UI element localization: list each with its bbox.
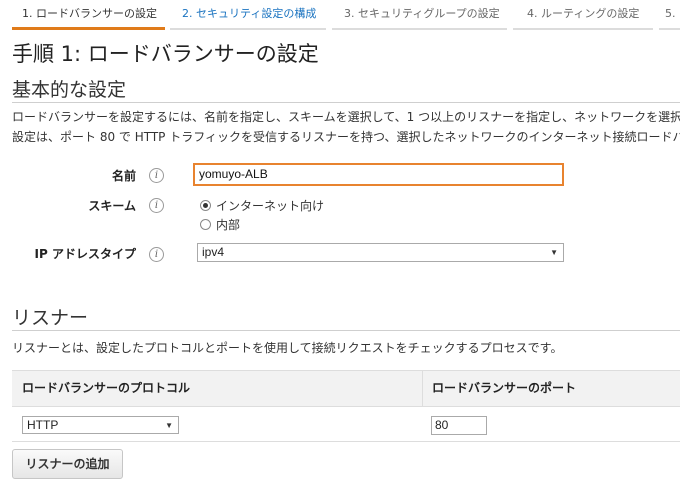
port-input[interactable]: 80: [431, 416, 487, 435]
listeners-heading: リスナー: [12, 307, 89, 329]
tab-underline: [513, 28, 653, 30]
tab-underline: [170, 28, 326, 30]
add-listener-button[interactable]: リスナーの追加: [12, 449, 123, 479]
radio-unchecked-icon[interactable]: [200, 219, 211, 230]
scheme-radio-internal[interactable]: 内部: [200, 216, 240, 233]
divider: [12, 330, 680, 331]
scheme-option-label: インターネット向け: [216, 199, 325, 213]
tab-label: 3. セキュリティグループの設定: [344, 7, 500, 20]
name-input[interactable]: yomuyo-ALB: [193, 163, 564, 186]
tab-step-3-security-groups[interactable]: 3. セキュリティグループの設定: [332, 0, 507, 30]
tab-label: 2. セキュリティ設定の構成: [182, 7, 317, 20]
basic-config-description: ロードバランサーを設定するには、名前を指定し、スキームを選択して、1 つ以上のリ…: [12, 107, 680, 147]
select-value: ipv4: [202, 245, 225, 259]
ip-address-type-label: IP アドレスタイプ: [34, 247, 136, 261]
tab-step-5-register-targets[interactable]: 5. ターゲットの登録: [659, 0, 680, 30]
name-label: 名前: [111, 169, 136, 183]
divider: [12, 102, 680, 103]
wizard-steps: 1. ロードバランサーの設定 2. セキュリティ設定の構成 3. セキュリティグ…: [0, 0, 680, 30]
tab-underline: [659, 28, 680, 30]
chevron-down-icon: ▼: [550, 248, 558, 257]
page-title: 手順 1: ロードバランサーの設定: [12, 42, 319, 66]
chevron-down-icon: ▼: [165, 421, 173, 430]
tab-label: 4. ルーティングの設定: [527, 7, 640, 20]
tab-underline: [332, 28, 507, 30]
tab-label: 5. ターゲットの登録: [665, 7, 680, 20]
listeners-description: リスナーとは、設定したプロトコルとポートを使用して接続リクエストをチェックするプ…: [12, 341, 563, 355]
column-header-protocol: ロードバランサーのプロトコル: [22, 381, 191, 395]
description-line: 設定は、ポート 80 で HTTP トラフィックを受信するリスナーを持つ、選択し…: [12, 130, 680, 144]
tab-label: 1. ロードバランサーの設定: [22, 7, 157, 20]
radio-checked-icon[interactable]: [200, 200, 211, 211]
description-line: ロードバランサーを設定するには、名前を指定し、スキームを選択して、1 つ以上のリ…: [12, 110, 680, 124]
listeners-table-header: ロードバランサーのプロトコル ロードバランサーのポート: [12, 370, 680, 407]
scheme-radio-internet-facing[interactable]: インターネット向け: [200, 197, 324, 214]
scheme-option-label: 内部: [216, 218, 241, 232]
tab-step-4-routing[interactable]: 4. ルーティングの設定: [513, 0, 653, 30]
scheme-info-icon[interactable]: i: [149, 198, 164, 213]
column-header-port: ロードバランサーのポート: [432, 381, 577, 395]
tab-step-2-security-settings[interactable]: 2. セキュリティ設定の構成: [170, 0, 326, 30]
table-row-divider: [12, 441, 680, 442]
basic-config-heading: 基本的な設定: [12, 79, 127, 101]
ip-address-type-select[interactable]: ipv4 ▼: [197, 243, 564, 262]
protocol-select[interactable]: HTTP ▼: [22, 416, 179, 434]
column-separator: [422, 371, 423, 406]
select-value: HTTP: [27, 418, 59, 432]
tab-step-1-configure-load-balancer[interactable]: 1. ロードバランサーの設定: [12, 0, 165, 30]
name-info-icon[interactable]: i: [149, 168, 164, 183]
scheme-label: スキーム: [88, 199, 136, 213]
ip-address-type-info-icon[interactable]: i: [149, 247, 164, 262]
